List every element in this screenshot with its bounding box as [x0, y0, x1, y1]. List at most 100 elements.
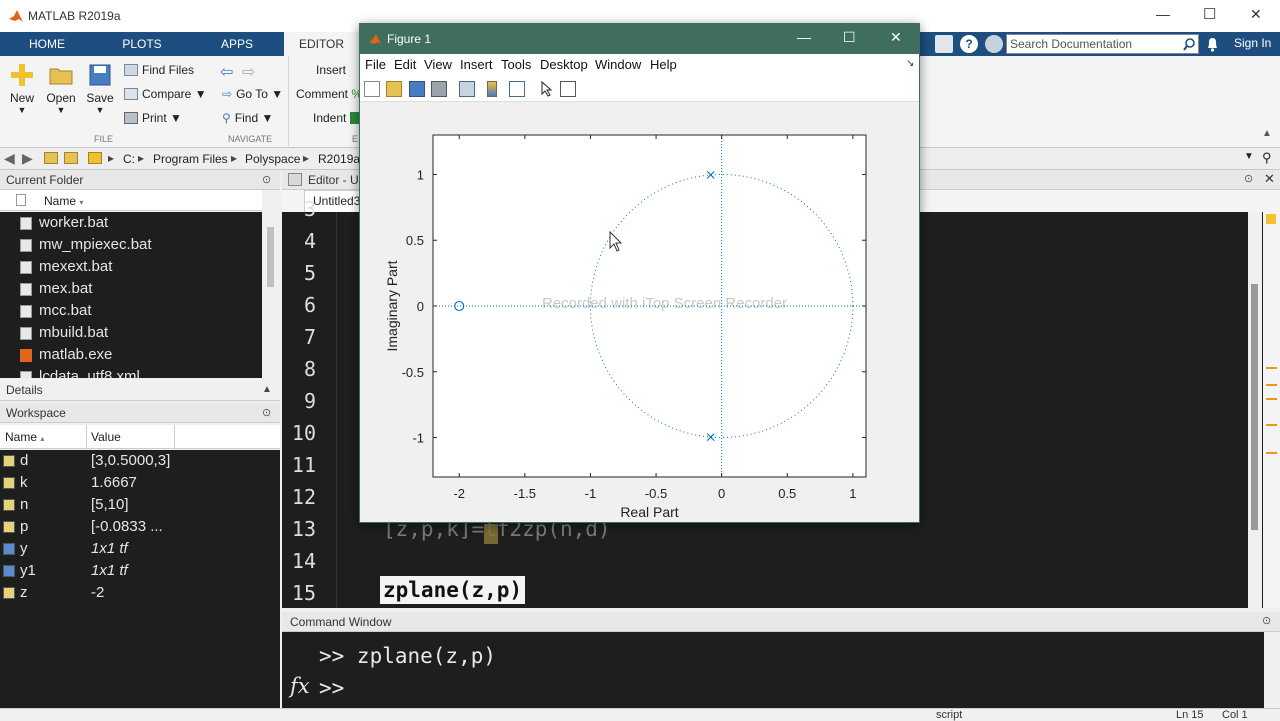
go-to-button[interactable]: ⇨ Go To ▼: [222, 84, 283, 104]
workspace-row[interactable]: z -2: [0, 582, 280, 604]
forward-icon[interactable]: ▶: [22, 150, 33, 167]
printer-icon: [124, 112, 138, 124]
figure-title: Figure 1: [387, 32, 432, 46]
layout-icon[interactable]: [935, 35, 953, 53]
menu-window[interactable]: Window: [595, 57, 641, 72]
search-icon[interactable]: [1183, 38, 1196, 51]
x-tick-label: 0.5: [778, 486, 796, 501]
close-button[interactable]: ✕: [1250, 6, 1262, 23]
forward-arrow-icon[interactable]: ⇨: [242, 62, 255, 82]
code-line-15[interactable]: zplane(z,p): [380, 576, 526, 604]
file-list-item[interactable]: lcdata_utf8.xml: [0, 366, 262, 378]
tab-apps[interactable]: APPS: [190, 32, 284, 56]
menu-tools[interactable]: Tools: [501, 57, 531, 72]
open-button[interactable]: Open ▼: [42, 62, 80, 115]
workspace-row[interactable]: k 1.6667: [0, 472, 280, 494]
comment-button[interactable]: Comment %: [296, 84, 362, 104]
search-input[interactable]: Search Documentation: [1010, 37, 1132, 51]
workspace-row[interactable]: y1 1x1 tf: [0, 560, 280, 582]
file-list-item[interactable]: mw_mpiexec.bat: [0, 234, 262, 256]
code-analyzer-bar[interactable]: [1263, 212, 1280, 608]
tab-editor[interactable]: EDITOR: [284, 32, 359, 56]
figure-close-button[interactable]: ✕: [890, 29, 902, 46]
new-button[interactable]: New ▼: [4, 62, 40, 115]
workspace-row[interactable]: n [5,10]: [0, 494, 280, 516]
file-list-item[interactable]: mcc.bat: [0, 300, 262, 322]
colorbar-icon[interactable]: [487, 81, 497, 97]
dock-icon[interactable]: ↘: [906, 58, 914, 69]
link-plot-icon[interactable]: [459, 81, 475, 97]
path-segment[interactable]: Polyspace: [245, 152, 300, 166]
panel-menu-icon[interactable]: ⊙: [262, 170, 271, 190]
file-list-item[interactable]: matlab.exe: [0, 344, 262, 366]
save-figure-icon[interactable]: [409, 81, 425, 97]
panel-menu-icon[interactable]: ⊙: [1262, 614, 1271, 627]
file-list-item[interactable]: worker.bat: [0, 212, 262, 234]
back-icon[interactable]: ◀: [4, 150, 15, 167]
insert-button[interactable]: Insert: [316, 60, 346, 80]
file-list-item[interactable]: mex.bat: [0, 278, 262, 300]
menu-view[interactable]: View: [424, 57, 452, 72]
search-folder-icon[interactable]: ⚲: [1262, 150, 1272, 166]
up-folder-icon[interactable]: [44, 152, 58, 164]
legend-icon[interactable]: [509, 81, 525, 97]
options-icon[interactable]: [985, 35, 1003, 53]
command-prompt[interactable]: >>: [319, 676, 344, 700]
compare-button[interactable]: Compare ▼: [124, 84, 207, 104]
panel-menu-icon[interactable]: ⊙: [262, 403, 271, 423]
back-arrow-icon[interactable]: ⇦: [220, 62, 233, 82]
file-list-item[interactable]: mbuild.bat: [0, 322, 262, 344]
figure-window[interactable]: Figure 1 — ☐ ✕ File Edit View Insert Too…: [359, 23, 920, 523]
menu-edit[interactable]: Edit: [394, 57, 416, 72]
menu-file[interactable]: File: [365, 57, 386, 72]
details-header[interactable]: Details ▲: [0, 379, 280, 401]
indent-button[interactable]: Indent: [313, 108, 360, 128]
maximize-button[interactable]: ☐: [1203, 5, 1216, 23]
tab-plots[interactable]: PLOTS: [94, 32, 190, 56]
column-name[interactable]: Name ▾: [44, 194, 83, 208]
find-button[interactable]: ⚲ Find ▼: [222, 108, 273, 128]
path-segment[interactable]: Program Files: [153, 152, 228, 166]
file-list-item[interactable]: mexext.bat: [0, 256, 262, 278]
find-files-button[interactable]: Find Files: [124, 60, 194, 80]
pointer-icon[interactable]: [540, 81, 554, 97]
editor-scrollbar[interactable]: [1248, 212, 1262, 608]
collapse-ribbon-icon[interactable]: ▲: [1262, 128, 1272, 139]
new-figure-icon[interactable]: [364, 81, 380, 97]
workspace-row[interactable]: p [-0.0833 ...: [0, 516, 280, 538]
column-value[interactable]: Value: [91, 430, 121, 444]
line-number: 6: [303, 293, 316, 317]
pole-zero-plot[interactable]: Recorded with iTop Screen Recorder -2 -1.5…: [360, 102, 919, 522]
figure-title-bar[interactable]: Figure 1 — ☐ ✕: [360, 24, 919, 54]
path-dropdown-icon[interactable]: ▼: [1244, 151, 1254, 162]
command-window[interactable]: >> zplane(z,p) fx >>: [282, 632, 1280, 708]
figure-maximize-button[interactable]: ☐: [843, 29, 856, 46]
close-panel-icon[interactable]: ✕: [1264, 171, 1275, 187]
path-segment[interactable]: C:: [123, 152, 135, 166]
menu-insert[interactable]: Insert: [460, 57, 493, 72]
minimize-button[interactable]: —: [1156, 6, 1170, 22]
print-button[interactable]: Print ▼: [124, 108, 182, 128]
workspace-row[interactable]: d [3,0.5000,3]: [0, 450, 280, 472]
command-scrollbar[interactable]: [1264, 632, 1280, 708]
sign-in-link[interactable]: Sign In: [1234, 36, 1271, 50]
figure-minimize-button[interactable]: —: [797, 29, 811, 45]
file-list-scrollbar[interactable]: [262, 212, 280, 378]
workspace-row[interactable]: y 1x1 tf: [0, 538, 280, 560]
help-icon[interactable]: ?: [960, 35, 978, 53]
property-editor-icon[interactable]: [560, 81, 576, 97]
open-file-icon[interactable]: [386, 81, 402, 97]
menu-desktop[interactable]: Desktop: [540, 57, 588, 72]
save-button[interactable]: Save ▼: [82, 62, 118, 115]
fx-icon[interactable]: fx: [290, 674, 310, 698]
menu-help[interactable]: Help: [650, 57, 677, 72]
path-segment[interactable]: R2019a: [318, 152, 360, 166]
panel-menu-icon[interactable]: ⊙: [1244, 172, 1253, 185]
browse-folder-icon[interactable]: [64, 152, 78, 164]
print-figure-icon[interactable]: [431, 81, 447, 97]
tab-home[interactable]: HOME: [0, 32, 94, 56]
x-tick-label: 0: [718, 486, 725, 501]
column-name[interactable]: Name ▴: [5, 430, 44, 444]
bell-icon[interactable]: [1206, 36, 1219, 52]
search-box[interactable]: Search Documentation: [1006, 34, 1199, 54]
